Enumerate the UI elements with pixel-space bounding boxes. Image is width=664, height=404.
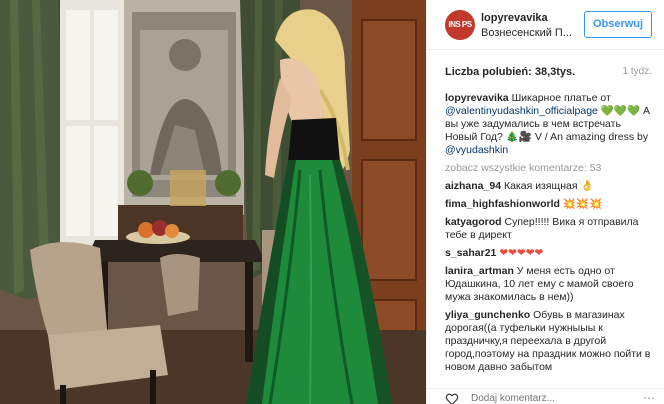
caption-text-1: Шикарное платье от — [511, 92, 611, 104]
post-username[interactable]: lopyrevavika — [481, 12, 548, 24]
comment-text: Какая изящная — [503, 180, 578, 192]
add-comment-input[interactable] — [471, 393, 621, 404]
comment-username[interactable]: yliya_gunchenko — [445, 309, 530, 321]
follow-button[interactable]: Obserwuj — [584, 11, 652, 38]
likes-row: Liczba polubień: 38,3tys. 1 tydz. — [445, 66, 660, 78]
green-hearts-icon: 💚💚💚 — [600, 105, 641, 117]
caption-mention-1[interactable]: @valentinyudashkin_officialpage — [445, 105, 598, 117]
hand-icon: 👌 — [580, 180, 594, 192]
comment-username[interactable]: s_sahar21 — [445, 247, 496, 259]
caption-text-3: V / An amazing dress by — [534, 131, 649, 143]
post-time[interactable]: 1 tydz. — [623, 66, 652, 77]
more-options-icon[interactable]: ⋯ — [643, 391, 655, 404]
comments-list: lopyrevavika Шикарное платье от @valenti… — [445, 92, 652, 379]
post-location[interactable]: Вознесенский П... — [481, 27, 572, 39]
comment-username[interactable]: lanira_artman — [445, 265, 514, 277]
comment-item: katyagorod Супер!!!!! Вика я отправила т… — [445, 216, 652, 242]
comment-text: ❤❤❤❤❤ — [499, 247, 544, 259]
post-photo[interactable] — [0, 0, 426, 404]
likes-count[interactable]: 38,3tys. — [535, 66, 575, 78]
post-panel: INS PS lopyrevavika Вознесенский П... Ob… — [426, 0, 664, 404]
caption-mention-2[interactable]: @vyudashkin — [445, 144, 508, 156]
photo-scene — [0, 0, 426, 404]
comment-footer: ⋯ — [427, 388, 664, 404]
comment-text: 💥💥💥 — [562, 198, 603, 210]
comment-item: aizhana_94 Какая изящная 👌 — [445, 180, 652, 193]
comment-username[interactable]: aizhana_94 — [445, 180, 501, 192]
heart-icon[interactable] — [445, 393, 459, 404]
comment-item: yliya_gunchenko Обувь в магазинах дорога… — [445, 309, 652, 374]
post-header: INS PS lopyrevavika Вознесенский П... Ob… — [427, 0, 664, 50]
caption-emoji-icon: 🎄🎥 — [505, 131, 532, 143]
caption-username[interactable]: lopyrevavika — [445, 92, 509, 104]
avatar[interactable]: INS PS — [445, 10, 475, 40]
post-caption: lopyrevavika Шикарное платье от @valenti… — [445, 92, 652, 157]
more-comments-link[interactable]: zobacz wszystkie komentarze: 53 — [445, 162, 652, 175]
comment-item: lanira_artman У меня есть одно от Юдашки… — [445, 265, 652, 304]
comment-item: fima_highfashionworld 💥💥💥 — [445, 198, 652, 211]
comment-username[interactable]: katyagorod — [445, 216, 502, 228]
comment-item: s_sahar21 ❤❤❤❤❤ — [445, 247, 652, 260]
comment-username[interactable]: fima_highfashionworld — [445, 198, 560, 210]
likes-label: Liczba polubień: — [445, 66, 532, 78]
